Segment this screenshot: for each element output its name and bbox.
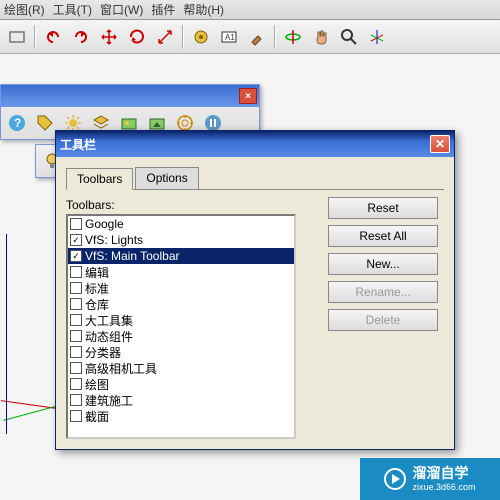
toolbar-listbox[interactable]: Google✓VfS: Lights✓VfS: Main Toolbar编辑标准…	[66, 214, 296, 439]
close-icon[interactable]: ✕	[430, 135, 450, 153]
svg-text:?: ?	[14, 116, 21, 130]
checkbox[interactable]	[70, 314, 82, 326]
move-icon[interactable]	[96, 24, 122, 50]
redo-icon[interactable]	[68, 24, 94, 50]
orbit-icon[interactable]	[280, 24, 306, 50]
list-item[interactable]: 标准	[68, 280, 294, 296]
checkbox[interactable]	[70, 346, 82, 358]
text-icon[interactable]: A1	[216, 24, 242, 50]
menubar: 绘图(R) 工具(T) 窗口(W) 插件 帮助(H)	[0, 0, 500, 20]
rename-button[interactable]: Rename...	[328, 281, 438, 303]
list-item[interactable]: 绘图	[68, 376, 294, 392]
delete-button[interactable]: Delete	[328, 309, 438, 331]
list-item[interactable]: 高级相机工具	[68, 360, 294, 376]
checkbox[interactable]	[70, 394, 82, 406]
close-icon[interactable]: ×	[239, 88, 257, 104]
reset-all-button[interactable]: Reset All	[328, 225, 438, 247]
watermark: 溜溜自学 zixue.3d66.com	[360, 458, 500, 500]
tape-icon[interactable]	[188, 24, 214, 50]
list-item[interactable]: ✓VfS: Lights	[68, 232, 294, 248]
checkbox[interactable]	[70, 378, 82, 390]
checkbox[interactable]	[70, 330, 82, 342]
rotate-icon[interactable]	[124, 24, 150, 50]
checkbox[interactable]	[70, 282, 82, 294]
tab-options[interactable]: Options	[135, 167, 198, 189]
list-item[interactable]: 分类器	[68, 344, 294, 360]
menu-item[interactable]: 绘图(R)	[4, 1, 45, 18]
new-button[interactable]: New...	[328, 253, 438, 275]
checkbox[interactable]: ✓	[70, 250, 82, 262]
rect-icon[interactable]	[4, 24, 30, 50]
menu-item[interactable]: 插件	[151, 1, 175, 18]
main-toolbar: A1	[0, 20, 500, 54]
list-item[interactable]: 动态组件	[68, 328, 294, 344]
paint-icon[interactable]	[244, 24, 270, 50]
help-icon[interactable]: ?	[4, 110, 30, 136]
list-item[interactable]: 大工具集	[68, 312, 294, 328]
tab-toolbars[interactable]: Toolbars	[66, 168, 133, 190]
reset-button[interactable]: Reset	[328, 197, 438, 219]
checkbox[interactable]	[70, 218, 82, 230]
checkbox[interactable]: ✓	[70, 234, 82, 246]
dialog-title: 工具栏	[60, 136, 96, 153]
tab-strip: Toolbars Options	[66, 167, 444, 190]
svg-text:A1: A1	[225, 33, 235, 42]
zoom-icon[interactable]	[336, 24, 362, 50]
pan-icon[interactable]	[308, 24, 334, 50]
checkbox[interactable]	[70, 298, 82, 310]
checkbox[interactable]	[70, 266, 82, 278]
list-item[interactable]: 建筑施工	[68, 392, 294, 408]
list-item[interactable]: 编辑	[68, 264, 294, 280]
list-item[interactable]: ✓VfS: Main Toolbar	[68, 248, 294, 264]
menu-item[interactable]: 工具(T)	[53, 1, 92, 18]
list-item[interactable]: 仓库	[68, 296, 294, 312]
checkbox[interactable]	[70, 362, 82, 374]
play-icon	[384, 468, 406, 490]
menu-item[interactable]: 帮助(H)	[183, 1, 224, 18]
toolbars-dialog: 工具栏 ✕ Toolbars Options Toolbars: Google✓…	[55, 130, 455, 450]
list-item[interactable]: 截面	[68, 408, 294, 424]
menu-item[interactable]: 窗口(W)	[100, 1, 143, 18]
undo-icon[interactable]	[40, 24, 66, 50]
checkbox[interactable]	[70, 410, 82, 422]
list-item[interactable]: Google	[68, 216, 294, 232]
scale-icon[interactable]	[152, 24, 178, 50]
axes-icon[interactable]	[364, 24, 390, 50]
